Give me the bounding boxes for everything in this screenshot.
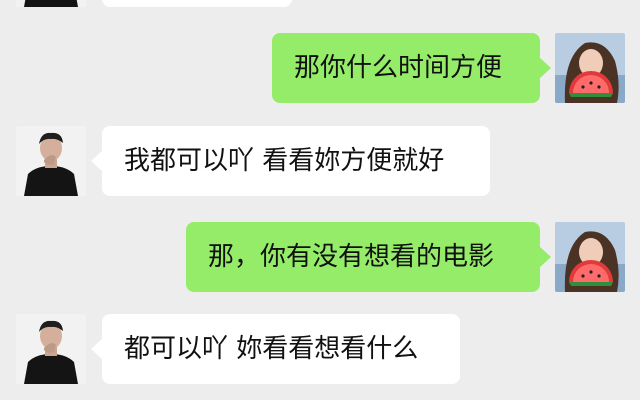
message-bubble-outgoing[interactable]: 那，你有没有想看的电影 [186, 222, 551, 292]
contact-avatar-icon [16, 314, 86, 384]
self-avatar-icon [555, 33, 625, 103]
contact-avatar-icon [16, 0, 86, 7]
message-bubble-incoming[interactable] [102, 0, 292, 7]
chat-conversation: 那你什么时间方便 我都可以吖 看看妳方便就好 那，你有没有想看的电影 都可以吖 … [0, 0, 640, 400]
self-avatar[interactable] [555, 33, 625, 103]
message-bubble-incoming[interactable]: 我都可以吖 看看妳方便就好 [91, 126, 490, 196]
message-bubble-incoming[interactable]: 都可以吖 妳看看想看什么 [91, 314, 460, 384]
message-text: 那你什么时间方便 [294, 53, 503, 83]
message-text: 那，你有没有想看的电影 [208, 242, 495, 272]
self-avatar-icon [555, 222, 625, 292]
contact-avatar[interactable] [16, 0, 86, 7]
message-text: 我都可以吖 看看妳方便就好 [124, 146, 445, 176]
self-avatar[interactable] [555, 222, 625, 292]
contact-avatar-icon [16, 126, 86, 196]
message-text: 都可以吖 妳看看想看什么 [124, 334, 419, 364]
contact-avatar[interactable] [16, 314, 86, 384]
message-bubble-outgoing[interactable]: 那你什么时间方便 [272, 33, 551, 103]
contact-avatar[interactable] [16, 126, 86, 196]
